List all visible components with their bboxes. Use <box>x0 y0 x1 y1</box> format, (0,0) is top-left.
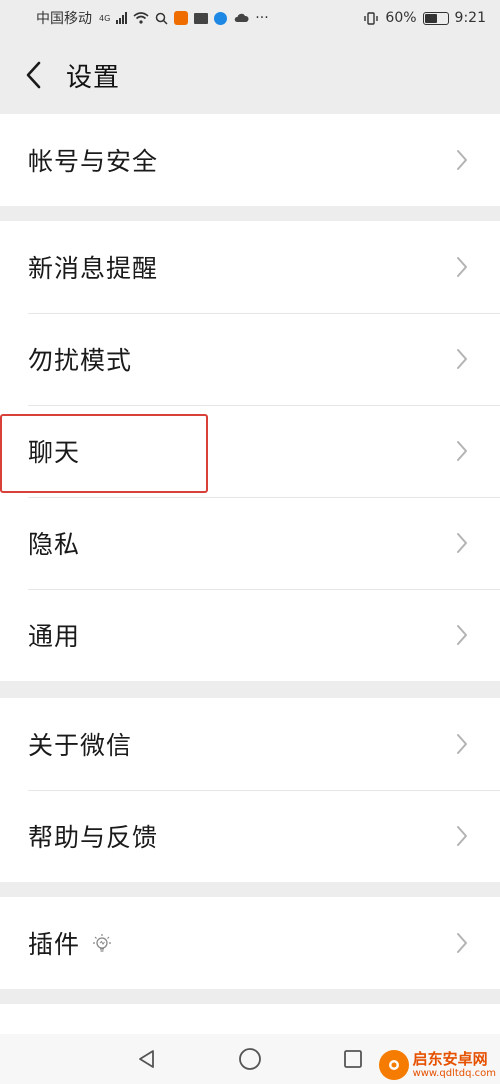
mail-icon <box>194 12 209 24</box>
watermark-logo-icon <box>378 1050 409 1080</box>
settings-item-label: 隐私 <box>28 530 81 559</box>
chevron-right-icon <box>456 439 472 463</box>
chevron-right-icon <box>456 931 472 955</box>
settings-item-label: 通用 <box>28 622 81 651</box>
chevron-right-icon <box>456 732 472 756</box>
vibrate-icon <box>364 11 379 25</box>
chevron-left-icon <box>26 61 41 89</box>
settings-item-account-security[interactable]: 帐号与安全 <box>0 114 500 206</box>
settings-item-notifications[interactable]: 新消息提醒 <box>0 221 500 313</box>
app-badge-icon <box>214 11 228 25</box>
battery-percent: 60% <box>385 10 417 26</box>
clock: 9:21 <box>454 10 486 26</box>
page-title: 设置 <box>66 62 121 93</box>
system-back-icon[interactable] <box>136 1048 158 1070</box>
cloud-icon <box>235 13 249 22</box>
carrier-label: 中国移动 <box>36 11 92 27</box>
system-home-icon[interactable] <box>238 1047 262 1071</box>
more-notifications-icon: ··· <box>255 10 269 26</box>
settings-group-account: 帐号与安全 <box>0 114 500 206</box>
settings-group-plugins: 插件 <box>0 897 500 989</box>
settings-item-label: 帐号与安全 <box>28 147 159 176</box>
settings-item-label: 关于微信 <box>28 731 133 760</box>
chevron-right-icon <box>456 148 472 172</box>
watermark-url: www.qdltdq.com <box>412 1067 496 1079</box>
chevron-right-icon <box>456 531 472 555</box>
chevron-right-icon <box>456 255 472 279</box>
settings-item-about-wechat[interactable]: 关于微信 <box>0 698 500 790</box>
settings-item-do-not-disturb[interactable]: 勿扰模式 <box>0 313 500 405</box>
settings-item-label: 插件 <box>28 930 81 959</box>
status-bar: 中国移动 4G ··· 60% 9:21 <box>0 0 500 36</box>
settings-item-general[interactable]: 通用 <box>0 589 500 681</box>
battery-icon <box>422 11 449 25</box>
chevron-right-icon <box>456 347 472 371</box>
nav-bar: 设置 <box>0 36 500 114</box>
wifi-icon <box>133 12 149 24</box>
highlight-box <box>0 414 208 493</box>
settings-group-partial <box>0 1004 500 1034</box>
settings-group-about: 关于微信 帮助与反馈 <box>0 698 500 882</box>
watermark-name: 启东安卓网 <box>412 1050 488 1069</box>
settings-item-label: 帮助与反馈 <box>28 823 159 852</box>
system-recents-icon[interactable] <box>342 1048 364 1070</box>
signal-icon <box>116 12 128 24</box>
lightbulb-icon <box>92 932 112 954</box>
settings-item-label: 新消息提醒 <box>28 254 159 283</box>
chevron-right-icon <box>456 623 472 647</box>
settings-item-privacy[interactable]: 隐私 <box>0 497 500 589</box>
search-icon <box>156 12 168 25</box>
network-type: 4G <box>99 13 111 23</box>
chevron-right-icon <box>456 824 472 848</box>
back-button[interactable] <box>0 36 66 114</box>
app-notification-icon <box>174 11 189 25</box>
settings-item-help-feedback[interactable]: 帮助与反馈 <box>0 790 500 882</box>
watermark: 启东安卓网 www.qdltdq.com <box>378 1050 496 1080</box>
settings-item-plugins[interactable]: 插件 <box>0 897 500 989</box>
settings-item-label: 勿扰模式 <box>28 346 133 375</box>
